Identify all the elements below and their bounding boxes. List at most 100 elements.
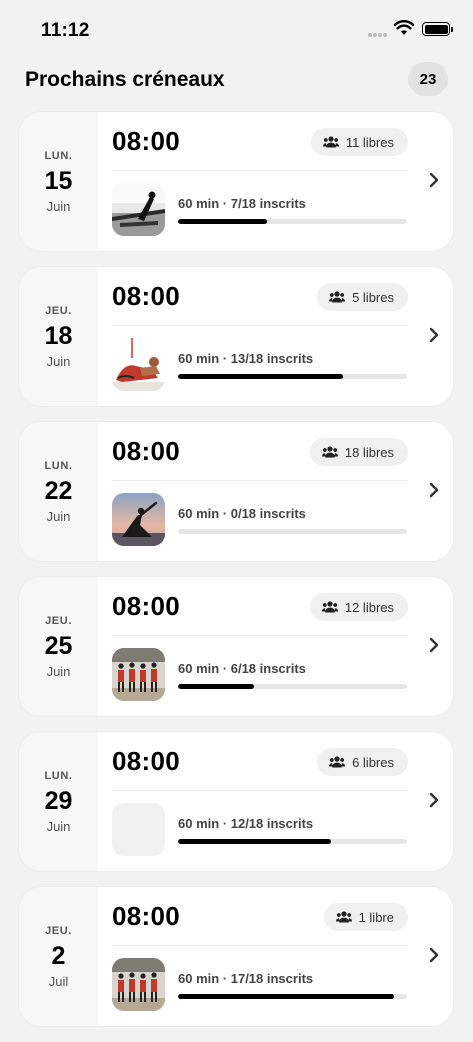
slot-info: 60 min · 17/18 inscrits — [178, 971, 314, 986]
users-icon — [329, 756, 346, 768]
chevron-right-icon — [429, 327, 439, 343]
free-spots-label: 12 libres — [344, 599, 394, 615]
slot-day: 29 — [44, 786, 73, 815]
slot-card[interactable]: LUN. 15 Juin 08:00 11 libres 60 min · 7/… — [19, 112, 453, 251]
divider — [112, 945, 408, 946]
free-spots-label: 1 libre — [358, 909, 394, 925]
class-thumbnail — [112, 183, 165, 236]
free-spots-label: 18 libres — [344, 444, 394, 460]
divider — [112, 480, 408, 481]
class-thumbnail — [112, 648, 165, 701]
slot-month: Juil — [48, 973, 69, 989]
slot-day: 18 — [44, 321, 73, 350]
enrollment-progress — [178, 684, 407, 689]
slot-panel: 08:00 5 libres 60 min · 13/18 inscrits — [98, 267, 453, 406]
page-title: Prochains créneaux — [25, 68, 225, 91]
slot-panel: 08:00 6 libres 60 min · 12/18 inscrits — [98, 732, 453, 871]
divider — [112, 635, 408, 636]
slot-card[interactable]: JEU. 18 Juin 08:00 5 libres 60 min · 13/… — [19, 267, 453, 406]
slot-month: Juin — [46, 198, 71, 214]
slot-date: JEU. 2 Juil — [19, 887, 98, 1026]
free-spots-badge: 5 libres — [317, 283, 408, 311]
enrollment-progress-fill — [178, 994, 395, 999]
slot-info: 60 min · 7/18 inscrits — [178, 196, 306, 211]
users-icon — [321, 446, 338, 458]
slot-month: Juin — [46, 353, 71, 369]
free-spots-label: 6 libres — [352, 754, 394, 770]
class-thumbnail — [112, 493, 165, 546]
enrollment-progress — [178, 529, 407, 534]
slot-info: 60 min · 0/18 inscrits — [178, 506, 306, 521]
slot-time: 08:00 — [112, 126, 180, 156]
users-icon — [329, 291, 346, 303]
slot-card[interactable]: LUN. 22 Juin 08:00 18 libres 60 min · 0/… — [19, 422, 453, 561]
class-thumbnail — [112, 958, 165, 1011]
slot-info: 60 min · 12/18 inscrits — [178, 816, 314, 831]
slot-weekday: JEU. — [45, 924, 72, 937]
divider — [112, 170, 408, 171]
slot-day: 22 — [44, 476, 73, 505]
slot-month: Juin — [46, 818, 71, 834]
slot-weekday: LUN. — [44, 769, 73, 782]
slot-month: Juin — [46, 663, 71, 679]
slot-panel: 08:00 1 libre 60 min · 17/18 inscrits — [98, 887, 453, 1026]
slot-card[interactable]: JEU. 2 Juil 08:00 1 libre 60 min · 17/18… — [19, 887, 453, 1026]
slot-weekday: LUN. — [44, 149, 73, 162]
slot-date: LUN. 22 Juin — [19, 422, 98, 561]
slot-time: 08:00 — [112, 436, 180, 466]
enrollment-progress — [178, 374, 407, 379]
free-spots-badge: 12 libres — [309, 593, 408, 621]
free-spots-badge: 11 libres — [310, 128, 408, 156]
enrollment-progress — [178, 219, 407, 224]
slot-card[interactable]: LUN. 29 Juin 08:00 6 libres 60 min · 12/… — [19, 732, 453, 871]
free-spots-badge: 18 libres — [309, 438, 408, 466]
chevron-right-icon — [429, 792, 439, 808]
enrollment-progress-fill — [178, 219, 268, 224]
users-icon — [335, 911, 352, 923]
slot-info: 60 min · 13/18 inscrits — [178, 351, 314, 366]
slot-time: 08:00 — [112, 746, 180, 776]
free-spots-label: 11 libres — [345, 134, 394, 150]
slot-date: LUN. 29 Juin — [19, 732, 98, 871]
chevron-right-icon — [429, 172, 439, 188]
divider — [112, 325, 408, 326]
chevron-right-icon — [429, 637, 439, 653]
slot-time: 08:00 — [112, 591, 180, 621]
users-icon — [322, 136, 339, 148]
cellular-signal-icon — [368, 33, 387, 37]
class-thumbnail — [112, 338, 165, 391]
slot-panel: 08:00 11 libres 60 min · 7/18 inscrits — [98, 112, 453, 251]
enrollment-progress — [178, 994, 407, 999]
status-bar: 11:12 — [0, 0, 473, 58]
slot-day: 15 — [44, 166, 73, 195]
status-time: 11:12 — [41, 20, 90, 41]
enrollment-progress-fill — [178, 684, 255, 689]
users-icon — [321, 601, 338, 613]
slot-date: JEU. 18 Juin — [19, 267, 98, 406]
slot-weekday: JEU. — [45, 614, 72, 627]
slot-date: LUN. 15 Juin — [19, 112, 98, 251]
slot-weekday: LUN. — [44, 459, 73, 472]
battery-icon — [422, 22, 453, 36]
enrollment-progress-fill — [178, 839, 331, 844]
count-badge: 23 — [408, 62, 448, 96]
free-spots-badge: 6 libres — [317, 748, 408, 776]
slot-weekday: JEU. — [45, 304, 72, 317]
enrollment-progress-fill — [178, 374, 344, 379]
slot-day: 2 — [51, 941, 66, 970]
enrollment-progress — [178, 839, 407, 844]
slot-card[interactable]: JEU. 25 Juin 08:00 12 libres 60 min · 6/… — [19, 577, 453, 716]
slot-day: 25 — [44, 631, 73, 660]
class-thumbnail — [112, 803, 165, 856]
free-spots-badge: 1 libre — [323, 903, 408, 931]
slot-month: Juin — [46, 508, 71, 524]
slot-time: 08:00 — [112, 281, 180, 311]
wifi-icon — [394, 20, 414, 35]
slot-list: LUN. 15 Juin 08:00 11 libres 60 min · 7/… — [19, 112, 453, 1042]
slot-date: JEU. 25 Juin — [19, 577, 98, 716]
slot-time: 08:00 — [112, 901, 180, 931]
slot-panel: 08:00 12 libres 60 min · 6/18 inscrits — [98, 577, 453, 716]
divider — [112, 790, 408, 791]
free-spots-label: 5 libres — [352, 289, 394, 305]
chevron-right-icon — [429, 947, 439, 963]
